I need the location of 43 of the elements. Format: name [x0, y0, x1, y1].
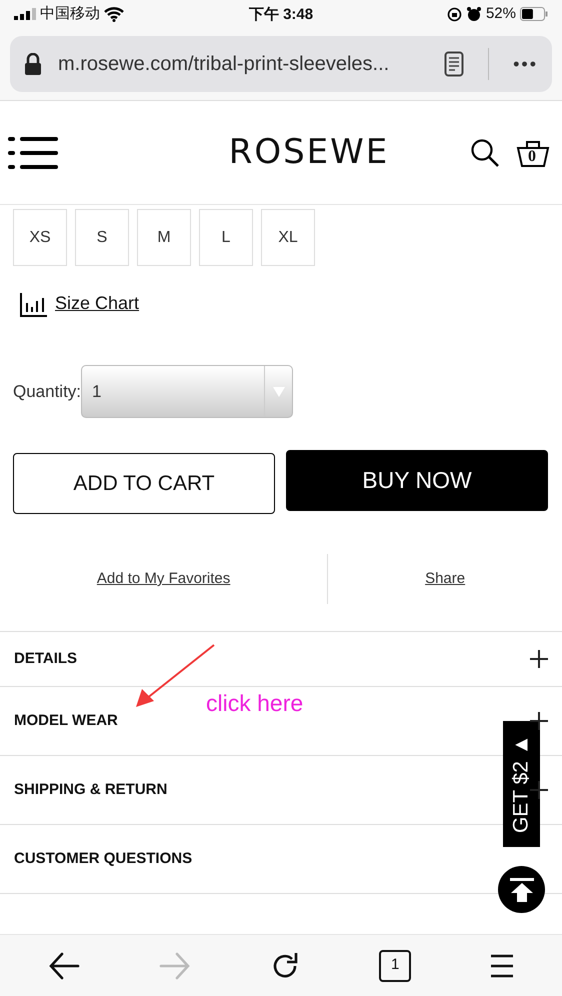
share-link[interactable]: Share	[425, 570, 466, 587]
section-title: MODEL WEAR	[14, 710, 118, 731]
battery-icon	[520, 7, 548, 21]
size-option[interactable]: M	[137, 209, 191, 266]
wifi-icon	[104, 6, 124, 22]
annotation-text: click here	[206, 689, 304, 718]
quantity-label: Quantity:	[13, 380, 82, 403]
section-title: CUSTOMER QUESTIONS	[14, 848, 192, 869]
back-to-top-button[interactable]	[498, 866, 545, 913]
carrier-name: 中国移动	[40, 4, 100, 24]
url-text: m.rosewe.com/tribal-print-sleeveles...	[58, 52, 390, 77]
size-option[interactable]: S	[75, 209, 129, 266]
cart-count: 0	[528, 148, 536, 166]
favorites-link[interactable]: Add to My Favorites	[96, 570, 230, 587]
promo-tab[interactable]: GET $2 ▲	[503, 721, 540, 847]
tabs-button[interactable]: 1	[379, 950, 412, 982]
menu-icon[interactable]	[8, 134, 58, 170]
dropdown-arrow-icon	[272, 386, 285, 396]
size-option[interactable]: L	[199, 209, 253, 266]
menu-icon[interactable]	[490, 952, 514, 978]
rotation-lock-icon	[446, 6, 462, 22]
address-bar[interactable]: m.rosewe.com/tribal-print-sleeveles... •••	[10, 36, 552, 92]
bar-chart-icon	[20, 293, 47, 317]
size-chart-link[interactable]: Size Chart	[55, 290, 140, 317]
brand-logo[interactable]: ROSEWE	[228, 127, 390, 178]
arrow-to-top-icon	[508, 876, 534, 902]
lock-icon	[24, 53, 42, 75]
size-option[interactable]: XS	[13, 209, 67, 266]
back-arrow-icon[interactable]	[48, 952, 80, 980]
search-icon[interactable]	[470, 138, 500, 168]
more-button[interactable]: •••	[513, 50, 538, 78]
add-to-cart-button[interactable]: ADD TO CART	[13, 453, 275, 514]
clock-time: 下午 3:48	[248, 5, 314, 25]
buy-now-button[interactable]: BUY NOW	[286, 450, 548, 511]
quantity-select[interactable]: 1	[81, 365, 294, 418]
reader-icon[interactable]	[444, 51, 464, 77]
section-title: DETAILS	[14, 648, 78, 669]
section-title: SHIPPING & RETURN	[14, 780, 168, 800]
signal-icon	[14, 8, 36, 20]
accordion-header[interactable]: DETAILS	[0, 631, 562, 686]
battery-percent: 52%	[486, 4, 516, 24]
size-option[interactable]: XL	[261, 209, 315, 266]
alarm-icon	[466, 6, 482, 22]
